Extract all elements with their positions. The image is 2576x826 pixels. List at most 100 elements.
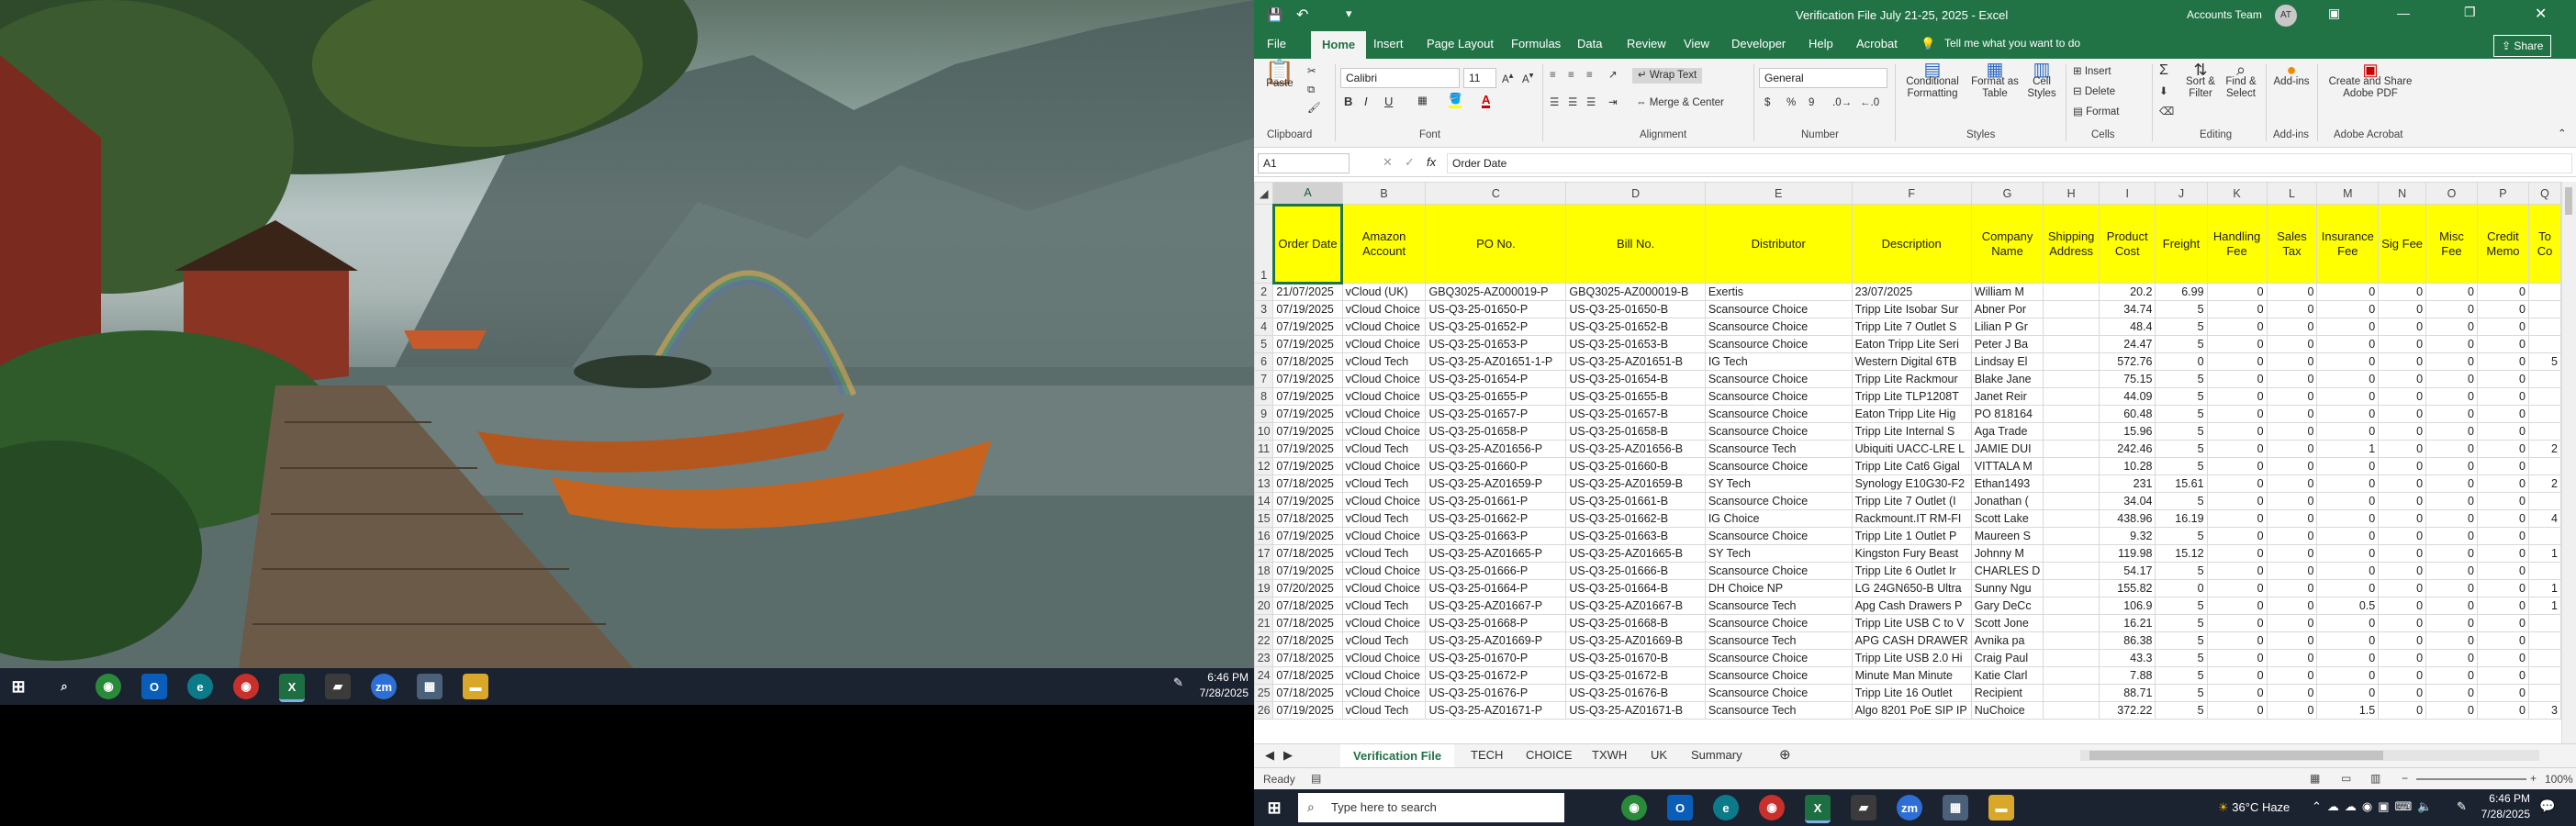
tab-acrobat[interactable]: Acrobat — [1856, 37, 1898, 50]
table-cell[interactable]: 0 — [2425, 335, 2478, 353]
table-cell[interactable]: Abner Por — [1970, 300, 2044, 318]
table-cell[interactable]: 0 — [2425, 614, 2478, 632]
table-cell[interactable]: US-Q3-25-01658-P — [1425, 422, 1567, 441]
table-cell[interactable]: 0 — [2266, 492, 2318, 510]
table-cell[interactable]: Scansource Choice — [1704, 387, 1853, 406]
table-cell[interactable]: 0 — [2316, 649, 2380, 667]
tab-developer[interactable]: Developer — [1731, 37, 1786, 50]
table-cell[interactable]: 106.9 — [2098, 597, 2156, 615]
table-cell[interactable]: Tripp Lite TLP1208T — [1851, 387, 1972, 406]
table-cell[interactable]: 0 — [2206, 631, 2268, 650]
fill-icon[interactable]: ⬇ — [2159, 86, 2168, 98]
share-button[interactable]: ⇪ Share — [2493, 35, 2552, 57]
table-cell[interactable]: 0 — [2476, 405, 2530, 423]
table-cell[interactable] — [2043, 631, 2100, 650]
table-cell[interactable]: 0 — [2316, 527, 2380, 545]
table-cell[interactable]: 0 — [2266, 614, 2318, 632]
tab-insert[interactable]: Insert — [1373, 37, 1404, 50]
column-title-cell[interactable]: PO No. — [1425, 204, 1567, 284]
table-cell[interactable]: Tripp Lite 6 Outlet Ir — [1851, 562, 1972, 580]
table-cell[interactable]: 0 — [2476, 352, 2530, 371]
table-cell[interactable]: US-Q3-25-01666-P — [1425, 562, 1567, 580]
tab-data[interactable]: Data — [1577, 37, 1602, 50]
table-cell[interactable] — [2043, 352, 2100, 371]
table-cell[interactable] — [2043, 422, 2100, 441]
table-cell[interactable] — [2528, 631, 2561, 650]
column-title-cell[interactable]: Freight — [2155, 204, 2208, 284]
chrome-icon[interactable]: ◉ — [95, 674, 121, 699]
table-cell[interactable]: 5 — [2528, 352, 2561, 371]
table-cell[interactable]: 15.12 — [2155, 544, 2208, 563]
table-cell[interactable] — [2043, 527, 2100, 545]
row-header[interactable]: 8 — [1254, 387, 1274, 406]
table-cell[interactable]: 0 — [2476, 283, 2530, 301]
table-cell[interactable]: 0 — [2378, 684, 2427, 702]
table-cell[interactable] — [2043, 562, 2100, 580]
table-cell[interactable]: 0 — [2266, 457, 2318, 475]
table-cell[interactable]: 0 — [2316, 352, 2380, 371]
table-cell[interactable]: Scansource Choice — [1704, 335, 1853, 353]
table-cell[interactable]: US-Q3-25-01663-P — [1425, 527, 1567, 545]
table-cell[interactable] — [2528, 614, 2561, 632]
table-cell[interactable]: Kingston Fury Beast — [1851, 544, 1972, 563]
undo-icon[interactable]: ↶ — [1296, 6, 1308, 24]
table-cell[interactable]: Blake Jane — [1970, 370, 2044, 388]
table-cell[interactable]: 86.38 — [2098, 631, 2156, 650]
column-header-q[interactable]: Q — [2528, 182, 2561, 205]
table-cell[interactable]: 0 — [2266, 701, 2318, 720]
row-header[interactable]: 11 — [1254, 440, 1274, 458]
wrap-text-button[interactable]: ↵ Wrap Text — [1632, 68, 1703, 84]
bold-button[interactable]: B — [1344, 95, 1352, 107]
table-cell[interactable]: vCloud Tech — [1341, 597, 1427, 615]
table-cell[interactable]: 0 — [2425, 701, 2478, 720]
table-cell[interactable]: 7.88 — [2098, 666, 2156, 685]
table-cell[interactable]: Algo 8201 PoE SIP IP — [1851, 701, 1972, 720]
pen-icon[interactable]: ✎ — [2457, 799, 2467, 814]
table-cell[interactable]: 0 — [2378, 544, 2427, 563]
table-cell[interactable]: US-Q3-25-AZ01659-B — [1565, 474, 1706, 493]
table-cell[interactable]: 0 — [2266, 352, 2318, 371]
table-cell[interactable] — [2528, 492, 2561, 510]
column-title-cell[interactable]: Bill No. — [1565, 204, 1706, 284]
table-cell[interactable]: 1 — [2528, 544, 2561, 563]
table-cell[interactable]: 0 — [2316, 405, 2380, 423]
table-cell[interactable]: 0 — [2206, 370, 2268, 388]
table-cell[interactable]: 0 — [2378, 492, 2427, 510]
table-cell[interactable]: 0 — [2425, 684, 2478, 702]
table-cell[interactable] — [2043, 318, 2100, 336]
row-header[interactable]: 18 — [1254, 562, 1274, 580]
column-title-cell[interactable]: Company Name — [1970, 204, 2044, 284]
calculator-icon[interactable]: ▦ — [417, 674, 442, 699]
table-cell[interactable]: vCloud Choice — [1341, 614, 1427, 632]
table-cell[interactable]: 0 — [2266, 631, 2318, 650]
table-cell[interactable]: Scansource Choice — [1704, 562, 1853, 580]
table-cell[interactable] — [2043, 544, 2100, 563]
currency-button[interactable]: $ — [1764, 97, 1770, 109]
table-cell[interactable]: 0 — [2476, 527, 2530, 545]
table-cell[interactable]: 0 — [2425, 457, 2478, 475]
table-cell[interactable]: 07/18/2025 — [1272, 684, 1343, 702]
table-cell[interactable]: 07/18/2025 — [1272, 666, 1343, 685]
delete-cells-button[interactable]: ⊟ Delete — [2073, 86, 2115, 98]
table-cell[interactable]: US-Q3-25-01670-B — [1565, 649, 1706, 667]
avatar[interactable]: AT — [2275, 5, 2297, 27]
table-cell[interactable]: 0 — [2476, 492, 2530, 510]
table-cell[interactable]: US-Q3-25-01653-P — [1425, 335, 1567, 353]
table-cell[interactable]: SY Tech — [1704, 544, 1853, 563]
table-cell[interactable]: US-Q3-25-01661-P — [1425, 492, 1567, 510]
table-cell[interactable]: Scansource Choice — [1704, 666, 1853, 685]
table-cell[interactable]: 07/18/2025 — [1272, 649, 1343, 667]
table-cell[interactable]: Scansource Tech — [1704, 631, 1853, 650]
insert-function-icon[interactable]: fx — [1427, 155, 1436, 169]
column-header-g[interactable]: G — [1970, 182, 2044, 205]
table-cell[interactable]: US-Q3-25-01662-P — [1425, 509, 1567, 528]
table-cell[interactable]: 07/18/2025 — [1272, 544, 1343, 563]
table-cell[interactable]: 0 — [2266, 300, 2318, 318]
row-header[interactable]: 4 — [1254, 318, 1274, 336]
table-cell[interactable]: 0 — [2476, 614, 2530, 632]
table-cell[interactable]: 0 — [2316, 579, 2380, 597]
table-cell[interactable]: 15.61 — [2155, 474, 2208, 493]
table-cell[interactable]: 44.09 — [2098, 387, 2156, 406]
table-cell[interactable]: vCloud Tech — [1341, 509, 1427, 528]
table-cell[interactable]: 0 — [2476, 318, 2530, 336]
